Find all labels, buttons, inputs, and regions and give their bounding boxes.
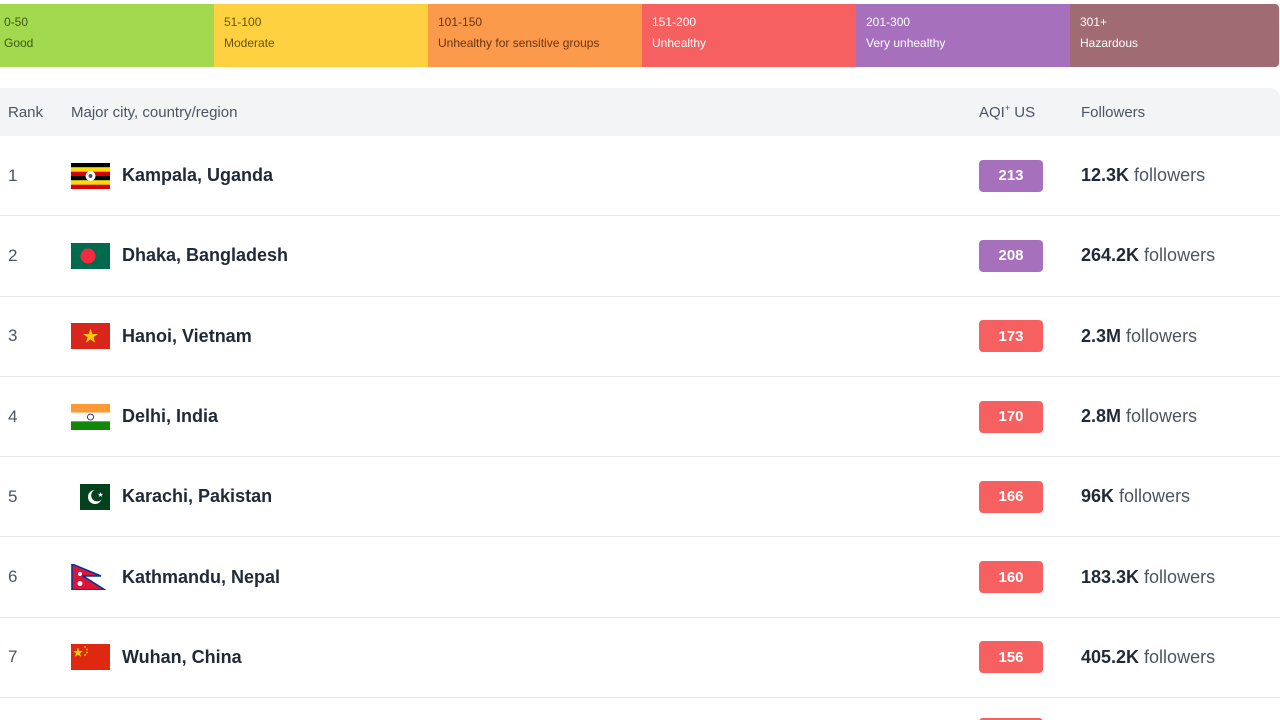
table-row-2[interactable]: 2 Dhaka, Bangladesh 208 264.2K followers xyxy=(0,216,1280,297)
vietnam-flag-icon xyxy=(71,323,110,350)
legend-range: 151-200 xyxy=(652,15,697,29)
followers-value: 12.3K xyxy=(1081,165,1130,186)
followers-suffix: followers xyxy=(1121,325,1198,346)
aqi-badge: 213 xyxy=(979,159,1043,192)
aqi-badge: 173 xyxy=(979,320,1043,353)
city-name[interactable]: Delhi, India xyxy=(122,406,218,427)
followers-value: 264.2K xyxy=(1081,245,1140,266)
followers-suffix: followers xyxy=(1129,165,1206,186)
rank-number: 7 xyxy=(8,647,18,667)
rank-number: 4 xyxy=(8,406,18,426)
header-aqi: AQI+ US xyxy=(979,103,1035,121)
legend-range: 301+ xyxy=(1080,15,1108,29)
rank-number: 3 xyxy=(8,326,18,346)
followers-suffix: followers xyxy=(1114,486,1191,507)
rank-number: 6 xyxy=(8,567,18,587)
table-row-7[interactable]: 7 Wuhan, China 156 405.2K followers xyxy=(0,618,1280,699)
followers-count: 2.8M followers xyxy=(1081,406,1197,427)
bangladesh-flag-icon xyxy=(71,242,110,269)
aqi-badge: 166 xyxy=(979,480,1043,513)
aqi-badge: 208 xyxy=(979,239,1043,272)
followers-count: 264.2K followers xyxy=(1081,245,1215,266)
legend-good: 0-50 Good xyxy=(0,4,214,67)
followers-suffix: followers xyxy=(1121,406,1198,427)
legend-very-unhealthy: 201-300 Very unhealthy xyxy=(856,4,1070,67)
legend-range: 101-150 xyxy=(438,15,483,29)
city-name[interactable]: Kathmandu, Nepal xyxy=(122,567,280,588)
followers-suffix: followers xyxy=(1139,245,1216,266)
rank-number: 5 xyxy=(8,486,18,506)
city-ranking-table: Rank Major city, country/region AQI+ US … xyxy=(0,88,1280,720)
legend-label: Moderate xyxy=(224,36,275,50)
followers-suffix: followers xyxy=(1139,566,1216,587)
table-row-1[interactable]: 1 Kampala, Uganda 213 12.3K followers xyxy=(0,136,1280,217)
legend-label: Hazardous xyxy=(1080,36,1139,50)
followers-value: 96K xyxy=(1081,486,1115,507)
header-rank: Rank xyxy=(8,103,44,121)
legend-unhealthy: 151-200 Unhealthy xyxy=(642,4,856,67)
legend-label: Unhealthy for sensitive groups xyxy=(438,36,600,50)
followers-suffix: followers xyxy=(1139,646,1216,667)
legend-hazardous: 301+ Hazardous xyxy=(1070,4,1279,67)
legend-moderate: 51-100 Moderate xyxy=(214,4,428,67)
city-name[interactable]: Kampala, Uganda xyxy=(122,165,273,186)
table-row-partial[interactable] xyxy=(0,698,1280,720)
nepal-flag-icon xyxy=(71,564,110,591)
china-flag-icon xyxy=(71,644,110,671)
table-row-3[interactable]: 3 Hanoi, Vietnam 173 2.3M followers xyxy=(0,297,1280,377)
table-header: Rank Major city, country/region AQI+ US … xyxy=(0,88,1280,136)
city-name[interactable]: Hanoi, Vietnam xyxy=(122,326,252,347)
aqi-badge: 156 xyxy=(979,641,1043,674)
table-row-6[interactable]: 6 Kathmandu, Nepal 160 183.3K followers xyxy=(0,537,1280,618)
rank-number: 2 xyxy=(8,245,18,265)
followers-value: 2.3M xyxy=(1081,325,1122,346)
legend-label: Good xyxy=(4,36,34,50)
table-row-5[interactable]: 5 Karachi, Pakistan 166 96K followers xyxy=(0,457,1280,538)
followers-value: 405.2K xyxy=(1081,646,1140,667)
followers-value: 183.3K xyxy=(1081,566,1140,587)
header-aqi-suffix: US xyxy=(1010,104,1036,121)
legend-range: 201-300 xyxy=(866,15,911,29)
header-aqi-label: AQI xyxy=(979,104,1005,121)
india-flag-icon xyxy=(71,403,110,430)
followers-count: 96K followers xyxy=(1081,486,1190,507)
legend-range: 0-50 xyxy=(4,15,29,29)
followers-count: 2.3M followers xyxy=(1081,326,1197,347)
followers-value: 2.8M xyxy=(1081,406,1122,427)
legend-unhealthy-sensitive: 101-150 Unhealthy for sensitive groups xyxy=(428,4,642,67)
table-row-4[interactable]: 4 Delhi, India 170 2.8M followers xyxy=(0,377,1280,458)
followers-count: 405.2K followers xyxy=(1081,647,1215,668)
pakistan-flag-icon xyxy=(71,483,110,510)
city-name[interactable]: Karachi, Pakistan xyxy=(122,486,272,507)
aqi-legend: 0-50 Good 51-100 Moderate 101-150 Unheal… xyxy=(0,4,1279,67)
followers-count: 12.3K followers xyxy=(1081,165,1205,186)
rank-number: 1 xyxy=(8,165,18,185)
city-name[interactable]: Wuhan, China xyxy=(122,647,242,668)
legend-label: Unhealthy xyxy=(652,36,707,50)
followers-count: 183.3K followers xyxy=(1081,567,1215,588)
uganda-flag-icon xyxy=(71,162,110,189)
aqi-badge: 170 xyxy=(979,400,1043,433)
city-name[interactable]: Dhaka, Bangladesh xyxy=(122,245,288,266)
header-followers: Followers xyxy=(1081,103,1146,121)
table-body: 1 Kampala, Uganda 213 12.3K followers 2 … xyxy=(0,136,1280,699)
legend-label: Very unhealthy xyxy=(866,36,946,50)
legend-range: 51-100 xyxy=(224,15,262,29)
aqi-badge: 160 xyxy=(979,561,1043,594)
header-city: Major city, country/region xyxy=(71,103,238,121)
